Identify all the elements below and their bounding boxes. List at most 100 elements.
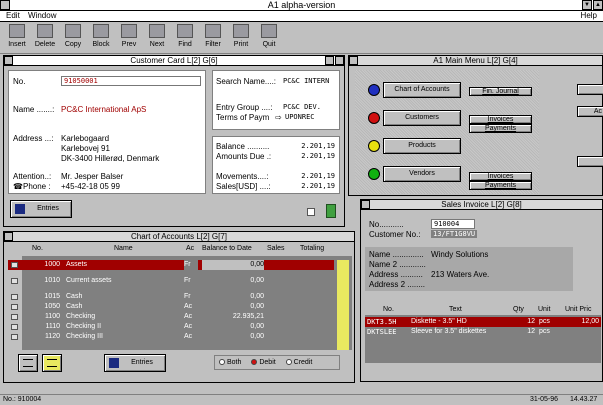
table-row[interactable]: 1000 Assets Fr 0,00 [8,260,334,270]
toolbar-quit-button[interactable]: Quit [256,22,282,52]
toolbar-label: Quit [262,41,276,48]
address-line-2[interactable]: Karlebovej 91 [61,144,110,153]
table-row[interactable]: DKT3.5H Diskette - 3.5" HD 12 pcs 12,00 [365,317,601,327]
toolbar-label: Copy [64,41,82,48]
toolbar-label: Insert [8,41,26,48]
menu-edit[interactable]: Edit [6,11,20,21]
vendor-payments-button[interactable]: Payments [469,181,532,190]
table-row[interactable]: 1015 Cash Fr 0,00 [8,292,352,302]
toolbar-next-button[interactable]: Next [144,22,170,52]
phone-value[interactable]: +45-42-18 05 99 [61,182,120,191]
left-align-button[interactable] [18,354,38,372]
center-align-button[interactable] [42,354,62,372]
row-selector-icon[interactable] [11,278,18,284]
toolbar-prev-button[interactable]: Prev [116,22,142,52]
customer-no-field[interactable]: 91050001 [61,76,201,86]
toolbar-block-button[interactable]: Block [88,22,114,52]
row-selector-icon[interactable] [11,304,18,310]
toolbar-find-button[interactable]: Find [172,22,198,52]
cell-balance: 0,00 [250,323,264,330]
menu-help[interactable]: Help [581,11,597,21]
main-menu-chart-of-accounts-button[interactable]: Chart of Accounts [383,82,461,98]
cell-name: Checking III [66,333,103,340]
table-row[interactable]: 1100 Checking Ac 22.935,21 [8,312,352,322]
radio-credit[interactable]: Credit [285,359,312,366]
system-menu-icon[interactable] [0,0,10,10]
invoice-address-value[interactable]: 213 Waters Ave. [431,270,489,279]
customer-invoices-button[interactable]: Invoices [469,115,532,124]
menu-window[interactable]: Window [28,11,56,21]
toolbar-label: Print [233,41,249,48]
right-partial-button-3[interactable] [577,156,603,167]
minimize-icon[interactable] [325,56,334,65]
customer-payments-button[interactable]: Payments [469,124,532,133]
col-ac-header: Ac [186,245,195,252]
balance-label: Balance .......... [216,142,270,151]
cell-no: 1110 [45,323,60,330]
table-row[interactable]: DKTSLEE Sleeve for 3.5" diskettes 12 pcs [365,327,601,337]
next-icon [149,24,165,38]
window-menu-icon[interactable] [349,56,358,65]
accounts-entries-button[interactable]: Entries [104,354,166,372]
toolbar-label: Delete [34,41,56,48]
address-line-3[interactable]: DK-3400 Hillerød, Denmark [61,154,159,163]
right-partial-button-2[interactable]: Ac [577,106,603,117]
table-row[interactable]: 1010 Current assets Fr 0,00 [8,276,352,286]
vendor-invoices-button[interactable]: Invoices [469,172,532,181]
address-line-1[interactable]: Karlebogaard [61,134,109,143]
attention-label: Attention..: [13,172,52,181]
cell-qty: 12 [527,328,535,335]
toolbar-delete-button[interactable]: Delete [32,22,58,52]
search-name-value[interactable]: PC&C INTERN [283,77,329,85]
row-selector-icon[interactable] [11,262,18,268]
radio-debit-label: Debit [259,359,276,366]
attention-value[interactable]: Mr. Jesper Balser [61,172,123,181]
maximize-icon[interactable] [335,56,344,65]
toolbar-filter-button[interactable]: Filter [200,22,226,52]
invoice-no-field[interactable]: 910004 [431,219,475,229]
toolbar-print-button[interactable]: Print [228,22,254,52]
window-menu-icon[interactable] [361,200,370,209]
radio-debit[interactable]: Debit [251,359,276,366]
row-selector-icon[interactable] [11,314,18,320]
table-row[interactable]: 1120 Checking III Ac 0,00 [8,332,352,342]
trash-icon[interactable] [326,204,336,218]
fin-journal-button[interactable]: Fin. Journal [469,87,532,96]
entries-icon [109,358,119,368]
window-menu-icon[interactable] [4,56,13,65]
name-value[interactable]: PC&C International ApS [61,105,146,114]
maximize-icon[interactable]: ▲ [593,0,603,10]
minimize-icon[interactable]: ▼ [582,0,592,10]
right-partial-button-1[interactable] [577,84,603,95]
main-menu-customers-button[interactable]: Customers [383,110,461,126]
amounts-due-label: Amounts Due .: [216,152,272,161]
main-menu-products-button[interactable]: Products [383,138,461,154]
dropdown-arrow-icon[interactable]: ⇨ [275,113,282,122]
customer-no-value[interactable]: 13/FT1G8VU [431,230,478,238]
entry-group-value[interactable]: PC&C DEV. [283,103,321,111]
row-selector-icon[interactable] [11,294,18,300]
toolbar-copy-button[interactable]: Copy [60,22,86,52]
cell-unit: pcs [539,318,550,325]
sales-invoice-title: Sales Invoice L[2] G[8] [441,200,522,209]
window-menu-icon[interactable] [4,232,13,241]
line-no-header: No. [383,306,394,313]
main-menu-title-bar: A1 Main Menu L[2] G[4] [349,56,602,66]
table-row[interactable]: 1050 Cash Ac 0,00 [8,302,352,312]
row-selector-icon[interactable] [11,324,18,330]
customer-entries-button[interactable]: Entries [10,200,72,218]
accounts-table: 1000 Assets Fr 0,00 1010 Current assets Fr 0,0… [8,256,352,350]
toolbar-insert-button[interactable]: Insert [4,22,30,52]
radio-both[interactable]: Both [219,359,241,366]
toolbar-label: Prev [121,41,137,48]
no-label: No. [13,77,26,86]
row-selector-icon[interactable] [11,334,18,340]
main-menu-title: A1 Main Menu L[2] G[4] [433,56,518,65]
invoice-name-value[interactable]: Windy Solutions [431,250,488,259]
terms-value[interactable]: UPONREC [285,113,315,121]
align-left-icon [23,359,33,367]
table-row[interactable]: 1110 Checking II Ac 0,00 [8,322,352,332]
cell-name: Cash [66,293,83,300]
main-menu-vendors-button[interactable]: Vendors [383,166,461,182]
cell-balance: 0,00 [250,293,264,300]
